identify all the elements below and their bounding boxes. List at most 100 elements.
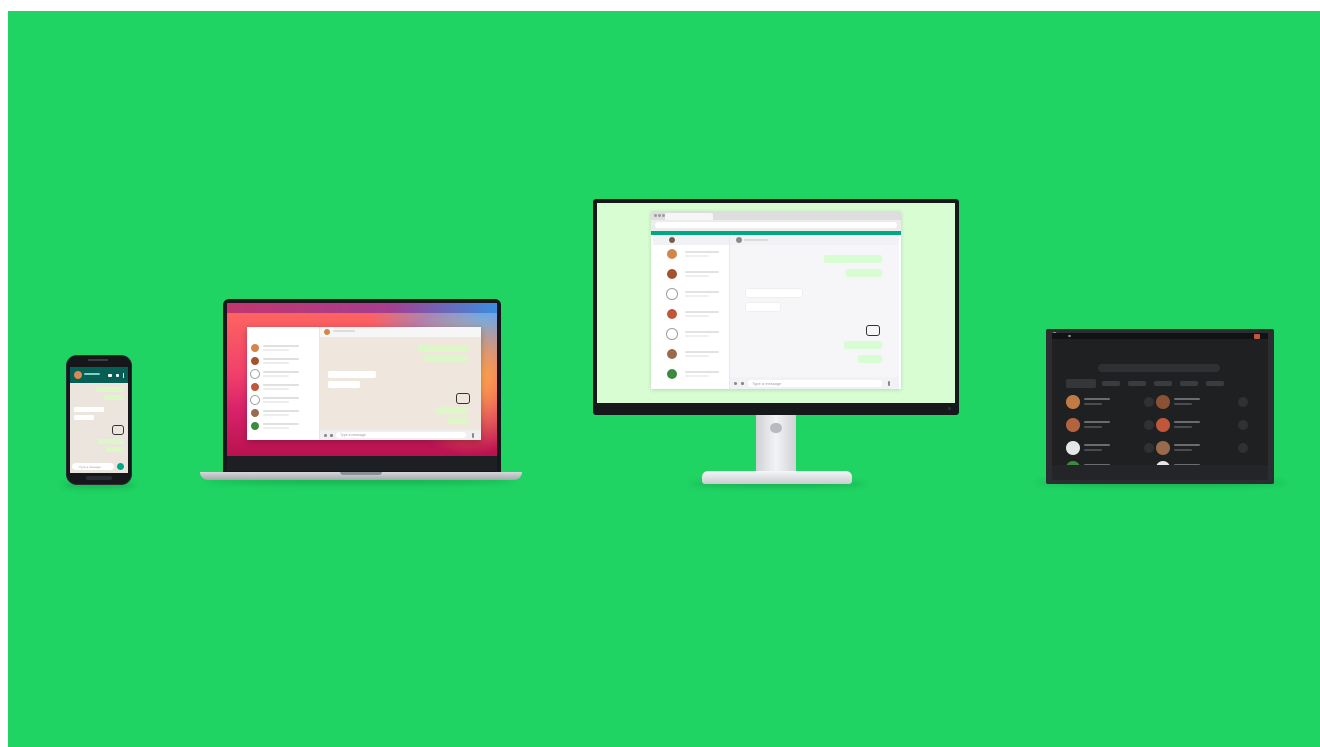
message-bubble-incoming [328, 381, 360, 388]
contact-name-placeholder [1174, 421, 1200, 423]
message-bubble-outgoing [98, 439, 124, 444]
chat-list-header [653, 235, 729, 245]
mic-icon[interactable] [472, 433, 474, 438]
chat-pane [320, 337, 481, 430]
message-bubble-incoming [74, 415, 94, 420]
avatar[interactable] [251, 370, 259, 378]
phone-chin [86, 476, 112, 480]
call-button[interactable] [1144, 397, 1154, 407]
contact-name-placeholder [744, 239, 768, 241]
search-bar[interactable] [1098, 364, 1220, 372]
phone-screen: Type a message [70, 367, 128, 473]
avatar[interactable] [251, 383, 259, 391]
avatar[interactable] [251, 422, 259, 430]
chat-name-placeholder [685, 311, 719, 313]
phone-call-icon[interactable] [116, 374, 119, 377]
tab[interactable] [1102, 381, 1120, 386]
chat-preview-placeholder [263, 349, 289, 351]
sticker-coffee-icon [112, 425, 124, 435]
compose-field[interactable]: Type a message [748, 380, 882, 387]
display-speaker-grille [1052, 465, 1268, 480]
tab-selected[interactable] [1066, 379, 1096, 388]
chat-preview-placeholder [685, 375, 709, 377]
contact-avatar[interactable] [1156, 441, 1170, 455]
video-call-icon[interactable] [108, 374, 112, 377]
web-chat-app: Type a message [653, 235, 899, 389]
profile-avatar[interactable] [669, 237, 675, 243]
status-icon [1068, 335, 1071, 337]
contact-name-placeholder [84, 373, 100, 375]
chat-preview-placeholder [685, 275, 709, 277]
chat-name-placeholder [685, 371, 719, 373]
call-button[interactable] [1144, 420, 1154, 430]
contact-name-placeholder [1084, 398, 1110, 400]
message-bubble-incoming [746, 303, 780, 311]
contact-status-placeholder [1084, 426, 1102, 428]
avatar[interactable] [667, 329, 677, 339]
avatar[interactable] [251, 409, 259, 417]
browser-tab[interactable] [665, 213, 713, 220]
tab[interactable] [1206, 381, 1224, 386]
chat-header [730, 235, 899, 245]
browser-tab-bar [651, 211, 901, 220]
menu-dots-icon[interactable] [123, 373, 124, 378]
emoji-icon[interactable] [324, 434, 327, 437]
avatar[interactable] [667, 289, 677, 299]
avatar[interactable] [667, 349, 677, 359]
call-button[interactable] [1238, 397, 1248, 407]
tab[interactable] [1180, 381, 1198, 386]
avatar[interactable] [667, 369, 677, 379]
avatar[interactable] [667, 249, 677, 259]
emoji-icon[interactable] [734, 382, 737, 385]
attach-icon[interactable] [741, 382, 744, 385]
compose-field[interactable]: Type a message [336, 432, 466, 438]
contact-avatar[interactable] [1066, 441, 1080, 455]
avatar[interactable] [667, 309, 677, 319]
chat-list [247, 327, 320, 440]
call-button[interactable] [1144, 443, 1154, 453]
laptop-lid: Type a message [223, 299, 501, 473]
avatar[interactable] [251, 396, 259, 404]
monitor-screen: Type a message [597, 203, 955, 403]
message-bubble-outgoing [436, 407, 468, 414]
chat-name-placeholder [263, 423, 299, 425]
chat-name-placeholder [263, 384, 299, 386]
message-bubble-outgoing [846, 269, 882, 277]
mic-icon[interactable] [888, 381, 890, 386]
phone-device: Type a message [66, 355, 132, 485]
message-bubble-outgoing [824, 255, 882, 263]
compose-field[interactable]: Type a message [72, 463, 114, 470]
call-button[interactable] [1238, 443, 1248, 453]
chat-name-placeholder [685, 331, 719, 333]
laptop-notch [340, 472, 382, 475]
contact-avatar[interactable] [1156, 395, 1170, 409]
address-bar[interactable] [655, 222, 897, 228]
contact-name-placeholder [1174, 398, 1200, 400]
contact-name-placeholder [1084, 421, 1110, 423]
chat-preview-placeholder [685, 295, 709, 297]
chat-name-placeholder [263, 358, 299, 360]
contact-avatar[interactable] [1066, 418, 1080, 432]
mic-icon[interactable] [117, 463, 124, 470]
attach-icon[interactable] [330, 434, 333, 437]
call-button[interactable] [1238, 420, 1248, 430]
monitor-stand-base [702, 471, 852, 484]
window-close-dot[interactable] [654, 214, 657, 217]
contact-avatar[interactable] [1156, 418, 1170, 432]
window-minimize-dot[interactable] [658, 214, 661, 217]
message-bubble-outgoing [424, 355, 468, 362]
chat-header [320, 327, 481, 337]
avatar[interactable] [251, 357, 259, 365]
message-bubble-outgoing [858, 355, 882, 363]
sticker-coffee-icon [866, 325, 880, 336]
avatar[interactable] [667, 269, 677, 279]
message-bubble-incoming [74, 407, 104, 412]
avatar[interactable] [251, 344, 259, 352]
contact-avatar [74, 371, 82, 379]
tab[interactable] [1154, 381, 1172, 386]
laptop-wallpaper: Type a message [227, 303, 497, 456]
browser-chrome [651, 211, 901, 231]
tab[interactable] [1128, 381, 1146, 386]
contact-avatar[interactable] [1066, 395, 1080, 409]
smart-display-device [1046, 329, 1274, 484]
